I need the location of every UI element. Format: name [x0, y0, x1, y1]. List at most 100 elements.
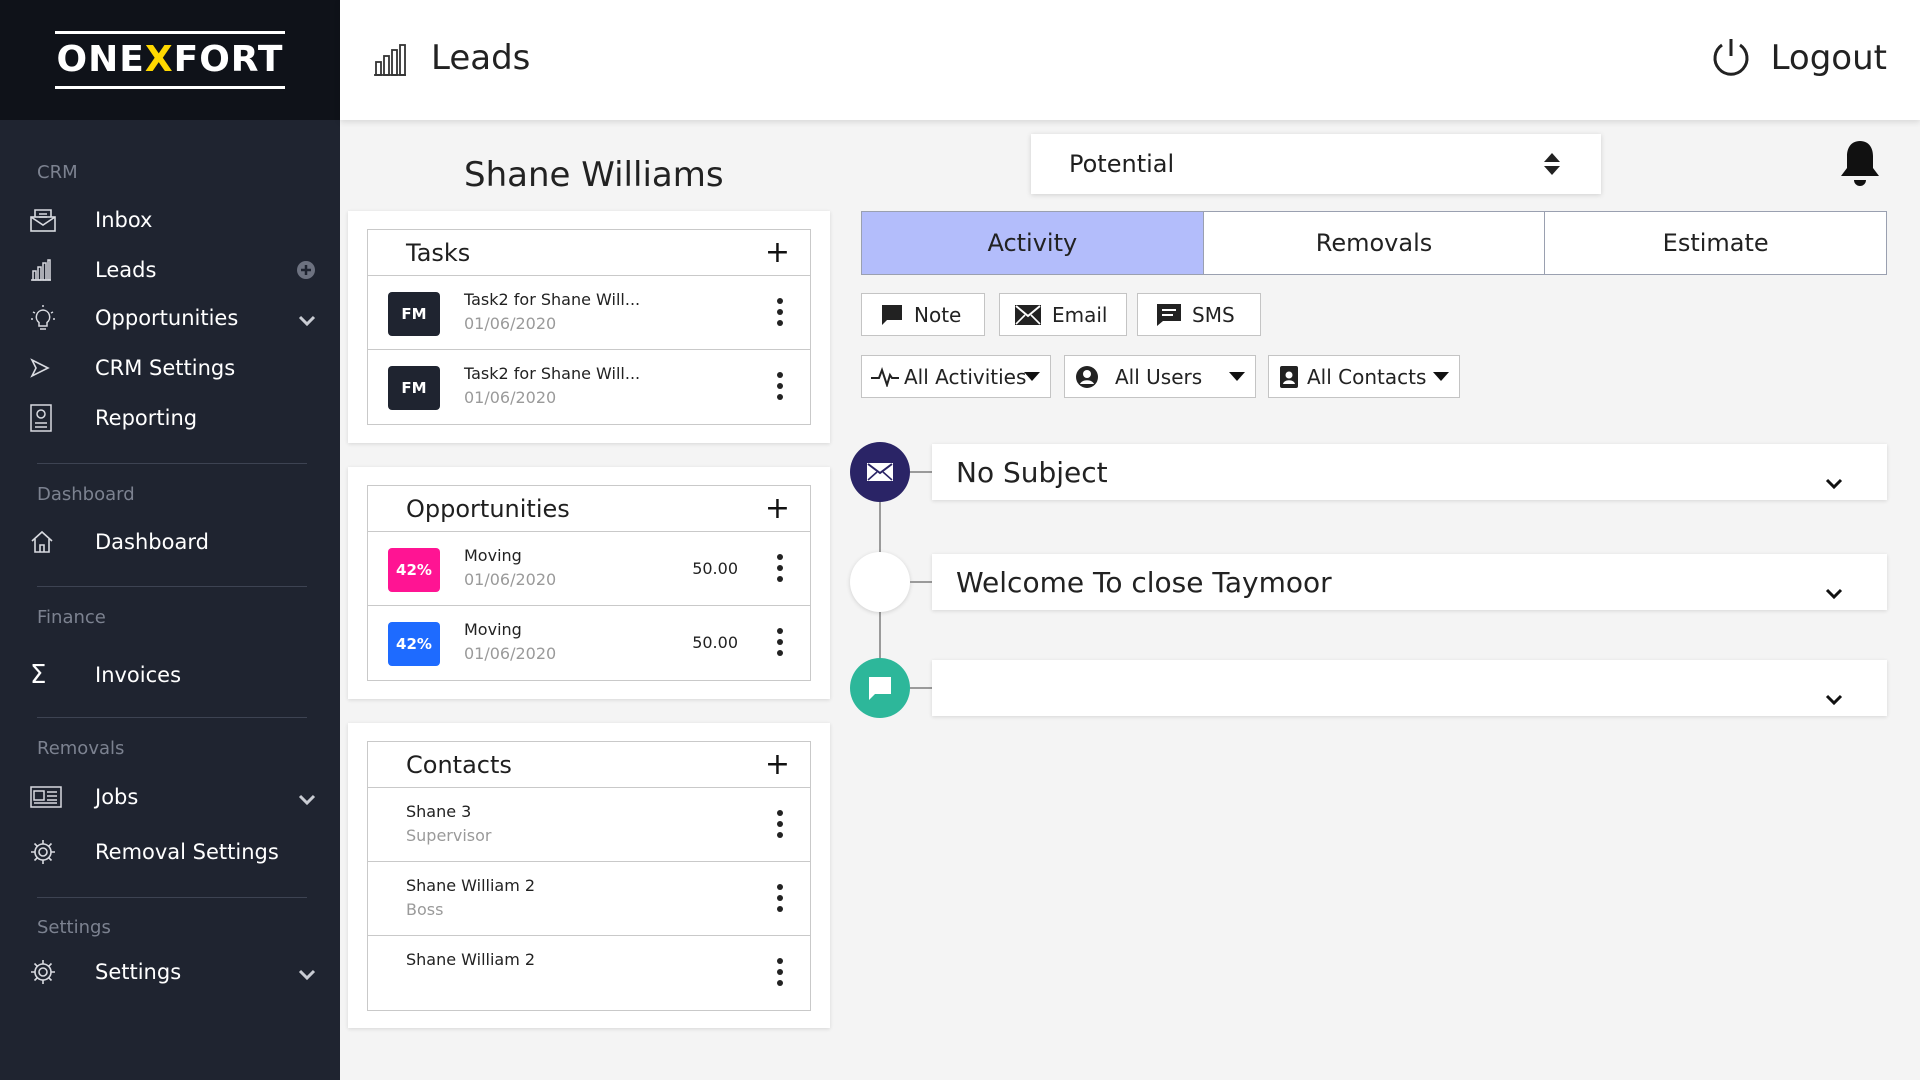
add-circle-icon[interactable] — [296, 260, 316, 285]
opportunities-card: Opportunities + 42% Moving 01/06/2020 50… — [348, 467, 830, 699]
note-button[interactable]: Note — [861, 293, 985, 336]
sidebar-item-jobs[interactable]: Jobs — [30, 775, 330, 819]
timeline-subject: Welcome To close Taymoor — [956, 565, 1332, 599]
send-icon — [30, 353, 70, 383]
section-settings: Settings — [37, 917, 111, 938]
more-options-icon[interactable] — [776, 554, 784, 584]
sidebar-item-invoices[interactable]: Σ Invoices — [30, 653, 330, 697]
contact-row[interactable]: Shane 3 Supervisor — [368, 788, 810, 862]
user-circle-icon — [1076, 365, 1098, 388]
sidebar-item-inbox[interactable]: Inbox — [30, 198, 330, 242]
sidebar-item-settings[interactable]: Settings — [30, 950, 330, 994]
task-title: Task2 for Shane Will... — [464, 290, 641, 309]
sidebar-item-opportunities[interactable]: Opportunities — [30, 296, 330, 340]
section-finance: Finance — [37, 607, 106, 628]
tab-estimate[interactable]: Estimate — [1545, 211, 1888, 275]
chevron-down-icon[interactable] — [1825, 680, 1843, 713]
sidebar-item-label: Jobs — [95, 785, 139, 809]
logo-text-prefix: ONE — [56, 39, 145, 80]
bell-icon[interactable] — [1838, 138, 1882, 192]
logout-button[interactable]: Logout — [1711, 36, 1887, 80]
sidebar-item-leads[interactable]: Leads — [30, 248, 330, 292]
timeline-item[interactable]: Welcome To close Taymoor — [932, 554, 1887, 610]
contacts-filter[interactable]: All Contacts — [1268, 355, 1460, 398]
logo-text-x: X — [144, 39, 174, 80]
more-options-icon[interactable] — [776, 884, 784, 914]
chevron-down-icon[interactable] — [1825, 574, 1843, 607]
contact-name: Shane William 2 — [406, 950, 536, 969]
probability-badge: 42% — [388, 622, 440, 666]
blank-icon — [850, 552, 910, 612]
users-filter[interactable]: All Users — [1064, 355, 1256, 398]
jobs-icon — [30, 782, 70, 812]
sidebar-item-label: Dashboard — [95, 530, 209, 554]
divider — [37, 717, 307, 718]
status-select[interactable]: Potential — [1031, 134, 1601, 194]
timeline-item[interactable]: No Subject — [932, 444, 1887, 500]
opportunity-row[interactable]: 42% Moving 01/06/2020 50.00 — [368, 532, 810, 606]
sidebar-item-label: CRM Settings — [95, 356, 236, 380]
contact-row[interactable]: Shane William 2 — [368, 936, 810, 1010]
sidebar-item-removal-settings[interactable]: Removal Settings — [30, 830, 330, 874]
assignee-badge: FM — [388, 366, 440, 410]
opportunities-header: Opportunities + — [368, 486, 810, 532]
sidebar-item-reporting[interactable]: Reporting — [30, 396, 330, 440]
contacts-title: Contacts — [406, 750, 512, 779]
activities-filter[interactable]: All Activities — [861, 355, 1051, 398]
email-button[interactable]: Email — [999, 293, 1127, 336]
caret-down-icon — [1229, 372, 1245, 381]
more-options-icon[interactable] — [776, 958, 784, 988]
logo[interactable]: ONEXFORT — [54, 31, 286, 89]
section-removals: Removals — [37, 738, 125, 759]
sms-label: SMS — [1192, 302, 1235, 327]
opportunity-date: 01/06/2020 — [464, 644, 557, 663]
add-opportunity-button[interactable]: + — [765, 493, 790, 524]
chevron-down-icon[interactable] — [1825, 464, 1843, 497]
more-options-icon[interactable] — [776, 372, 784, 402]
sidebar: ONEXFORT CRM Inbox Leads Opportunities C… — [0, 0, 340, 1080]
tasks-title: Tasks — [406, 238, 471, 267]
contacts-header: Contacts + — [368, 742, 810, 788]
timeline-connector — [910, 687, 932, 689]
more-options-icon[interactable] — [776, 628, 784, 658]
task-date: 01/06/2020 — [464, 314, 557, 333]
contact-name: Shane 3 — [406, 802, 472, 821]
sidebar-item-crm-settings[interactable]: CRM Settings — [30, 346, 330, 390]
contact-name: Shane William 2 — [406, 876, 536, 895]
chevron-down-icon[interactable] — [298, 787, 316, 811]
task-row[interactable]: FM Task2 for Shane Will... 01/06/2020 — [368, 350, 810, 424]
add-task-button[interactable]: + — [765, 237, 790, 268]
users-filter-label: All Users — [1115, 364, 1203, 389]
opportunity-row[interactable]: 42% Moving 01/06/2020 50.00 — [368, 606, 810, 680]
timeline-item[interactable] — [932, 660, 1887, 716]
add-contact-button[interactable]: + — [765, 749, 790, 780]
sms-icon — [1157, 303, 1181, 326]
sigma-icon: Σ — [30, 660, 47, 690]
assignee-badge: FM — [388, 292, 440, 336]
gear-icon — [30, 837, 70, 867]
chevron-down-icon[interactable] — [298, 962, 316, 986]
more-options-icon[interactable] — [776, 810, 784, 840]
sidebar-item-label: Removal Settings — [95, 840, 279, 864]
timeline-connector — [910, 471, 932, 473]
lead-name: Shane Williams — [464, 155, 724, 195]
tasks-panel: Tasks + FM Task2 for Shane Will... 01/06… — [367, 229, 811, 425]
sms-button[interactable]: SMS — [1137, 293, 1261, 336]
page-title: Leads — [431, 38, 531, 78]
top-header: Leads Logout — [340, 0, 1920, 120]
activities-filter-label: All Activities — [904, 364, 1027, 389]
tab-activity[interactable]: Activity — [861, 211, 1204, 275]
opportunities-title: Opportunities — [406, 494, 570, 523]
opportunity-title: Moving — [464, 620, 522, 639]
email-label: Email — [1052, 302, 1108, 327]
contact-row[interactable]: Shane William 2 Boss — [368, 862, 810, 936]
sidebar-item-label: Leads — [95, 258, 157, 282]
sidebar-item-dashboard[interactable]: Dashboard — [30, 520, 330, 564]
opportunity-amount: 50.00 — [692, 633, 738, 652]
more-options-icon[interactable] — [776, 298, 784, 328]
chevron-down-icon[interactable] — [298, 308, 316, 332]
tasks-card: Tasks + FM Task2 for Shane Will... 01/06… — [348, 211, 830, 443]
tab-removals[interactable]: Removals — [1203, 211, 1546, 275]
task-title: Task2 for Shane Will... — [464, 364, 641, 383]
task-row[interactable]: FM Task2 for Shane Will... 01/06/2020 — [368, 276, 810, 350]
